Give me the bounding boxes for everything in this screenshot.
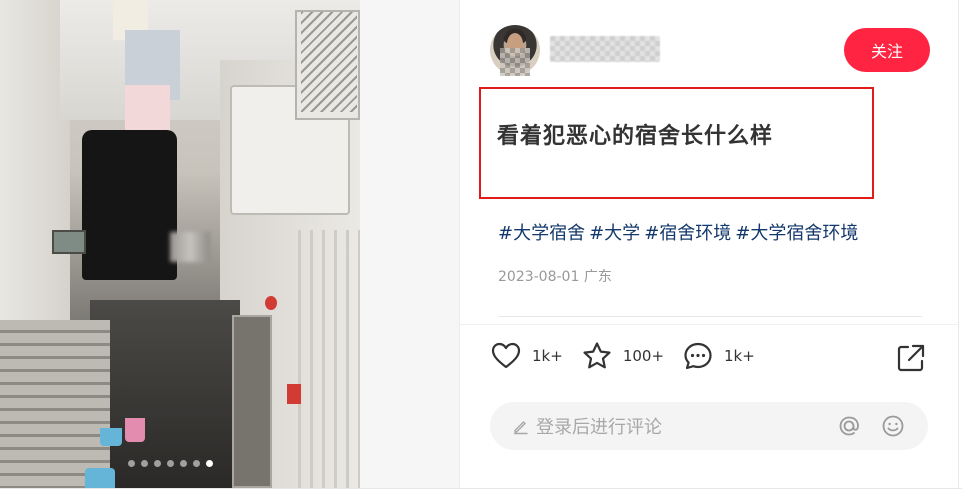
at-icon[interactable] <box>836 413 862 439</box>
pagination-dot[interactable] <box>193 460 200 467</box>
like-count: 1k+ <box>532 347 563 365</box>
image-pagination-dots <box>128 460 213 467</box>
divider <box>0 488 962 489</box>
divider <box>459 0 460 488</box>
photo-bucket <box>125 418 145 442</box>
pen-icon <box>513 421 528 435</box>
photo-door <box>232 315 272 488</box>
tag-link[interactable]: #宿舍环境 <box>644 219 731 245</box>
photo-fire-box <box>287 384 301 404</box>
comment-button[interactable]: 1k+ <box>682 340 755 372</box>
divider <box>958 0 959 488</box>
tag-link[interactable]: #大学宿舍环境 <box>735 219 858 245</box>
heart-icon <box>491 342 521 369</box>
photo-fire-alarm <box>265 296 277 310</box>
photo-bucket <box>100 428 122 446</box>
divider <box>460 324 958 325</box>
emoji-icon[interactable] <box>880 413 906 439</box>
photo-window-bars <box>298 230 360 488</box>
tag-list: #大学宿舍 #大学 #宿舍环境 #大学宿舍环境 <box>498 219 858 245</box>
photo-blurred-area <box>170 232 210 262</box>
photo-wall-picture <box>52 230 86 254</box>
pagination-dot[interactable] <box>180 460 187 467</box>
note-title: 看着犯恶心的宿舍长什么样 <box>497 124 774 149</box>
pagination-dot[interactable] <box>167 460 174 467</box>
username-blurred[interactable] <box>550 36 660 62</box>
pagination-dot[interactable] <box>128 460 135 467</box>
comment-placeholder: 登录后进行评论 <box>536 417 662 438</box>
pagination-dot[interactable] <box>154 460 161 467</box>
photo-bucket <box>85 468 115 488</box>
collect-count: 100+ <box>622 347 665 365</box>
engagement-bar: 1k+ 100+ 1k+ <box>490 340 773 372</box>
pagination-dot[interactable] <box>141 460 148 467</box>
share-icon[interactable] <box>895 342 927 374</box>
image-gutter <box>360 0 460 488</box>
tag-link[interactable]: #大学 <box>589 219 640 245</box>
avatar-mosaic <box>500 48 530 76</box>
star-icon <box>583 342 611 369</box>
note-detail-page: 关注 看着犯恶心的宿舍长什么样 #大学宿舍 #大学 #宿舍环境 #大学宿舍环境 … <box>0 0 962 500</box>
collect-button[interactable]: 100+ <box>581 340 664 372</box>
post-location: 广东 <box>583 269 612 285</box>
post-date: 2023-08-01 <box>498 269 580 285</box>
comment-input[interactable]: 登录后进行评论 <box>490 402 928 450</box>
note-image[interactable] <box>0 0 360 488</box>
comment-count: 1k+ <box>724 347 755 365</box>
follow-button[interactable]: 关注 <box>844 28 930 72</box>
tag-link[interactable]: #大学宿舍 <box>498 219 585 245</box>
photo-vent <box>301 12 357 112</box>
divider <box>498 316 922 317</box>
pagination-dot-active[interactable] <box>206 460 213 467</box>
comment-bubble-icon <box>684 342 712 370</box>
photo-stairs <box>0 320 110 488</box>
like-button[interactable]: 1k+ <box>490 340 563 372</box>
post-meta: 2023-08-01 广东 <box>498 266 612 286</box>
photo-hanging-coat <box>82 130 177 280</box>
